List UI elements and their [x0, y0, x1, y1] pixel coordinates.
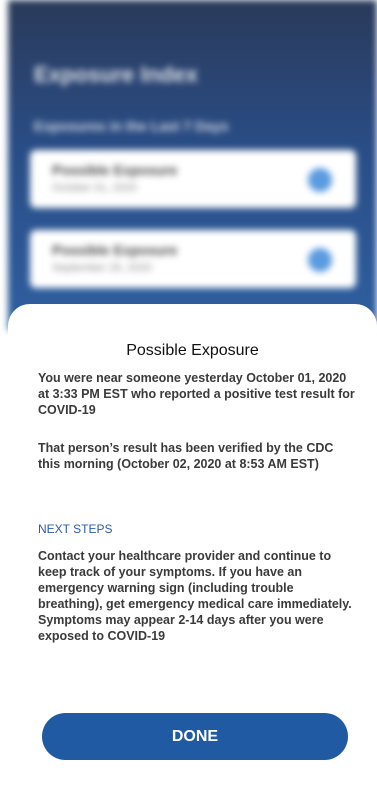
info-icon: [308, 248, 332, 272]
possible-exposure-sheet: Possible Exposure You were near someone …: [8, 304, 377, 807]
info-icon: [308, 168, 332, 192]
exposure-screen: Exposure Index Exposures in the Last 7 D…: [0, 0, 377, 807]
background-card-date: September 29, 2020: [52, 262, 152, 274]
verification-text: That person’s result has been verified b…: [38, 441, 334, 471]
background-card-title: Possible Exposure: [52, 242, 178, 258]
next-steps-text: Contact your healthcare provider and con…: [38, 549, 352, 643]
blurred-exposure-index-background: Exposure Index Exposures in the Last 7 D…: [8, 0, 377, 330]
background-exposure-card: Possible Exposure September 29, 2020: [30, 230, 356, 288]
next-steps-heading: NEXT STEPS: [38, 522, 113, 536]
background-section-subtitle: Exposures in the Last 7 Days: [34, 118, 229, 134]
sheet-title: Possible Exposure: [126, 342, 259, 359]
background-card-date: October 01, 2020: [52, 182, 138, 194]
background-exposure-card: Possible Exposure October 01, 2020: [30, 150, 356, 208]
exposure-details-text: You were near someone yesterday October …: [38, 371, 355, 417]
background-card-title: Possible Exposure: [52, 162, 178, 178]
background-page-title: Exposure Index: [34, 62, 198, 87]
done-button[interactable]: DONE: [42, 713, 348, 760]
